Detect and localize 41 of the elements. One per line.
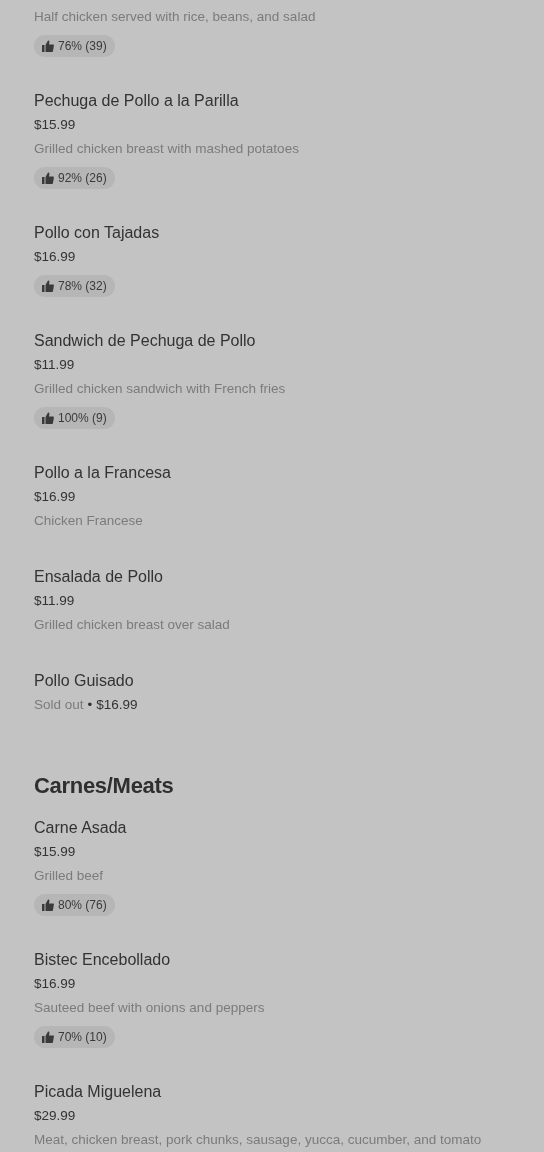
item-price: $15.99 (34, 843, 76, 861)
item-description: Chicken Francese (34, 512, 143, 530)
rating-text: 100% (9) (58, 411, 107, 425)
thumbs-up-icon (42, 1031, 54, 1043)
thumbs-up-icon (42, 172, 54, 184)
section-heading: Carnes/Meats (34, 772, 175, 800)
item-description: Sauteed beef with onions and peppers (34, 999, 265, 1017)
item-name[interactable]: Sandwich de Pechuga de Pollo (34, 329, 256, 353)
item-price: $11.99 (34, 356, 75, 374)
item-description: Grilled chicken breast with mashed potatoes (34, 140, 299, 158)
item-description: Grilled chicken breast over salad (34, 616, 230, 634)
item-name[interactable]: Pollo Guisado (34, 669, 134, 693)
item-description: Grilled beef (34, 867, 104, 885)
item-name[interactable]: Pollo con Tajadas (34, 221, 160, 245)
item-description: Half chicken served with rice, beans, and salad (34, 8, 316, 26)
item-name[interactable]: Carne Asada (34, 816, 127, 840)
item-name[interactable]: Ensalada de Pollo (34, 565, 163, 589)
thumbs-up-icon (42, 899, 54, 911)
rating-text: 78% (32) (58, 279, 107, 293)
item-price: $16.99 (34, 248, 76, 266)
thumbs-up-icon (42, 412, 54, 424)
item-name[interactable]: Pechuga de Pollo a la Parilla (34, 89, 239, 113)
rating-text: 70% (10) (58, 1030, 107, 1044)
item-price: $11.99 (34, 592, 75, 610)
rating-text: 80% (76) (58, 898, 107, 912)
rating-text: 92% (26) (58, 171, 107, 185)
thumbs-up-icon (42, 40, 54, 52)
item-name[interactable]: Bistec Encebollado (34, 948, 171, 972)
item-description: Meat, chicken breast, pork chunks, sausage, yucca, cucumber, and tomato (34, 1131, 482, 1149)
item-description: Grilled chicken sandwich with French fries (34, 380, 286, 398)
item-name[interactable]: Picada Miguelena (34, 1080, 162, 1104)
item-price: $29.99 (34, 1107, 76, 1125)
item-price: $16.99 (34, 975, 76, 993)
item-price: $16.99 (34, 488, 76, 506)
item-name[interactable]: Pollo a la Francesa (34, 461, 171, 485)
thumbs-up-icon (42, 280, 54, 292)
separator: • (87, 696, 93, 714)
item-price: $15.99 (34, 116, 76, 134)
sold-out-label: Sold out (34, 696, 84, 714)
rating-text: 76% (39) (58, 39, 107, 53)
item-price: $16.99 (96, 696, 138, 714)
